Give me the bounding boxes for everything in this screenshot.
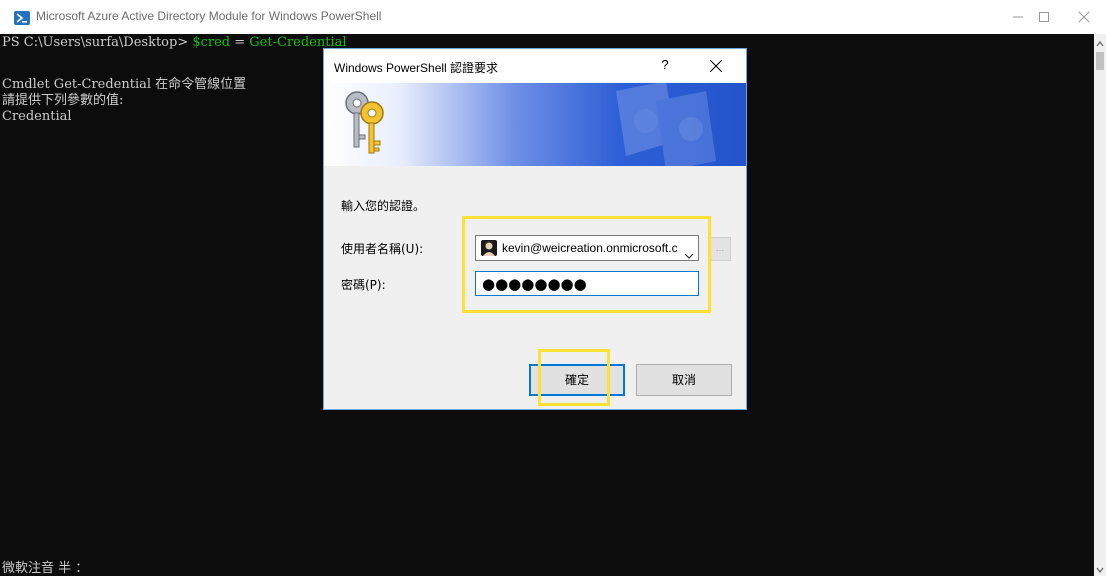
console-prompt: PS C:\Users\surfa\Desktop>	[2, 35, 193, 50]
console-scrollbar[interactable]	[1094, 34, 1106, 576]
username-label: 使用者名稱(U):	[341, 242, 424, 256]
window-titlebar: Microsoft Azure Active Directory Module …	[0, 0, 1106, 34]
scrollbar-thumb[interactable]	[1096, 52, 1104, 70]
help-button[interactable]: ?	[652, 57, 678, 77]
cancel-button[interactable]: 取消	[636, 364, 732, 396]
maximize-button[interactable]	[1022, 4, 1066, 30]
credential-banner	[324, 83, 746, 166]
window-title: Microsoft Azure Active Directory Module …	[36, 9, 382, 23]
dialog-title: Windows PowerShell 認證要求	[334, 61, 499, 75]
keys-watermark-icon	[596, 83, 746, 166]
dialog-titlebar: Windows PowerShell 認證要求 ?	[324, 49, 746, 83]
password-input[interactable]: ●●●●●●●●	[475, 271, 699, 296]
username-value: kevin@weicreation.onmicrosoft.com	[502, 241, 678, 255]
console-line: Cmdlet Get-Credential 在命令管線位置	[2, 77, 247, 92]
keys-icon	[342, 89, 388, 163]
window-close-button[interactable]	[1062, 4, 1106, 30]
scroll-up-icon[interactable]	[1094, 36, 1106, 50]
dialog-prompt: 輸入您的認證。	[341, 199, 426, 213]
console-equals: =	[230, 35, 250, 50]
console-line: 請提供下列參數的值:	[2, 93, 124, 108]
console-command-line: PS C:\Users\surfa\Desktop> $cred = Get-C…	[2, 35, 347, 51]
console-line: Credential	[2, 109, 72, 124]
close-icon	[710, 60, 722, 72]
ime-status: 微軟注音 半 ：	[2, 561, 89, 576]
password-value: ●●●●●●●●	[482, 275, 587, 293]
password-label: 密碼(P):	[341, 278, 386, 292]
scroll-down-icon[interactable]	[1094, 562, 1106, 576]
user-icon	[481, 240, 497, 260]
dialog-close-button[interactable]	[702, 55, 732, 77]
console-variable: $cred	[192, 35, 231, 50]
credential-dialog: Windows PowerShell 認證要求 ? 輸入您的認證。 使用者名稱(…	[323, 48, 747, 410]
ok-button[interactable]: 確定	[529, 364, 625, 396]
browse-button[interactable]: ...	[709, 237, 731, 261]
powershell-icon	[14, 10, 30, 25]
chevron-down-icon[interactable]	[684, 244, 694, 263]
username-combobox[interactable]: kevin@weicreation.onmicrosoft.com	[475, 235, 699, 261]
